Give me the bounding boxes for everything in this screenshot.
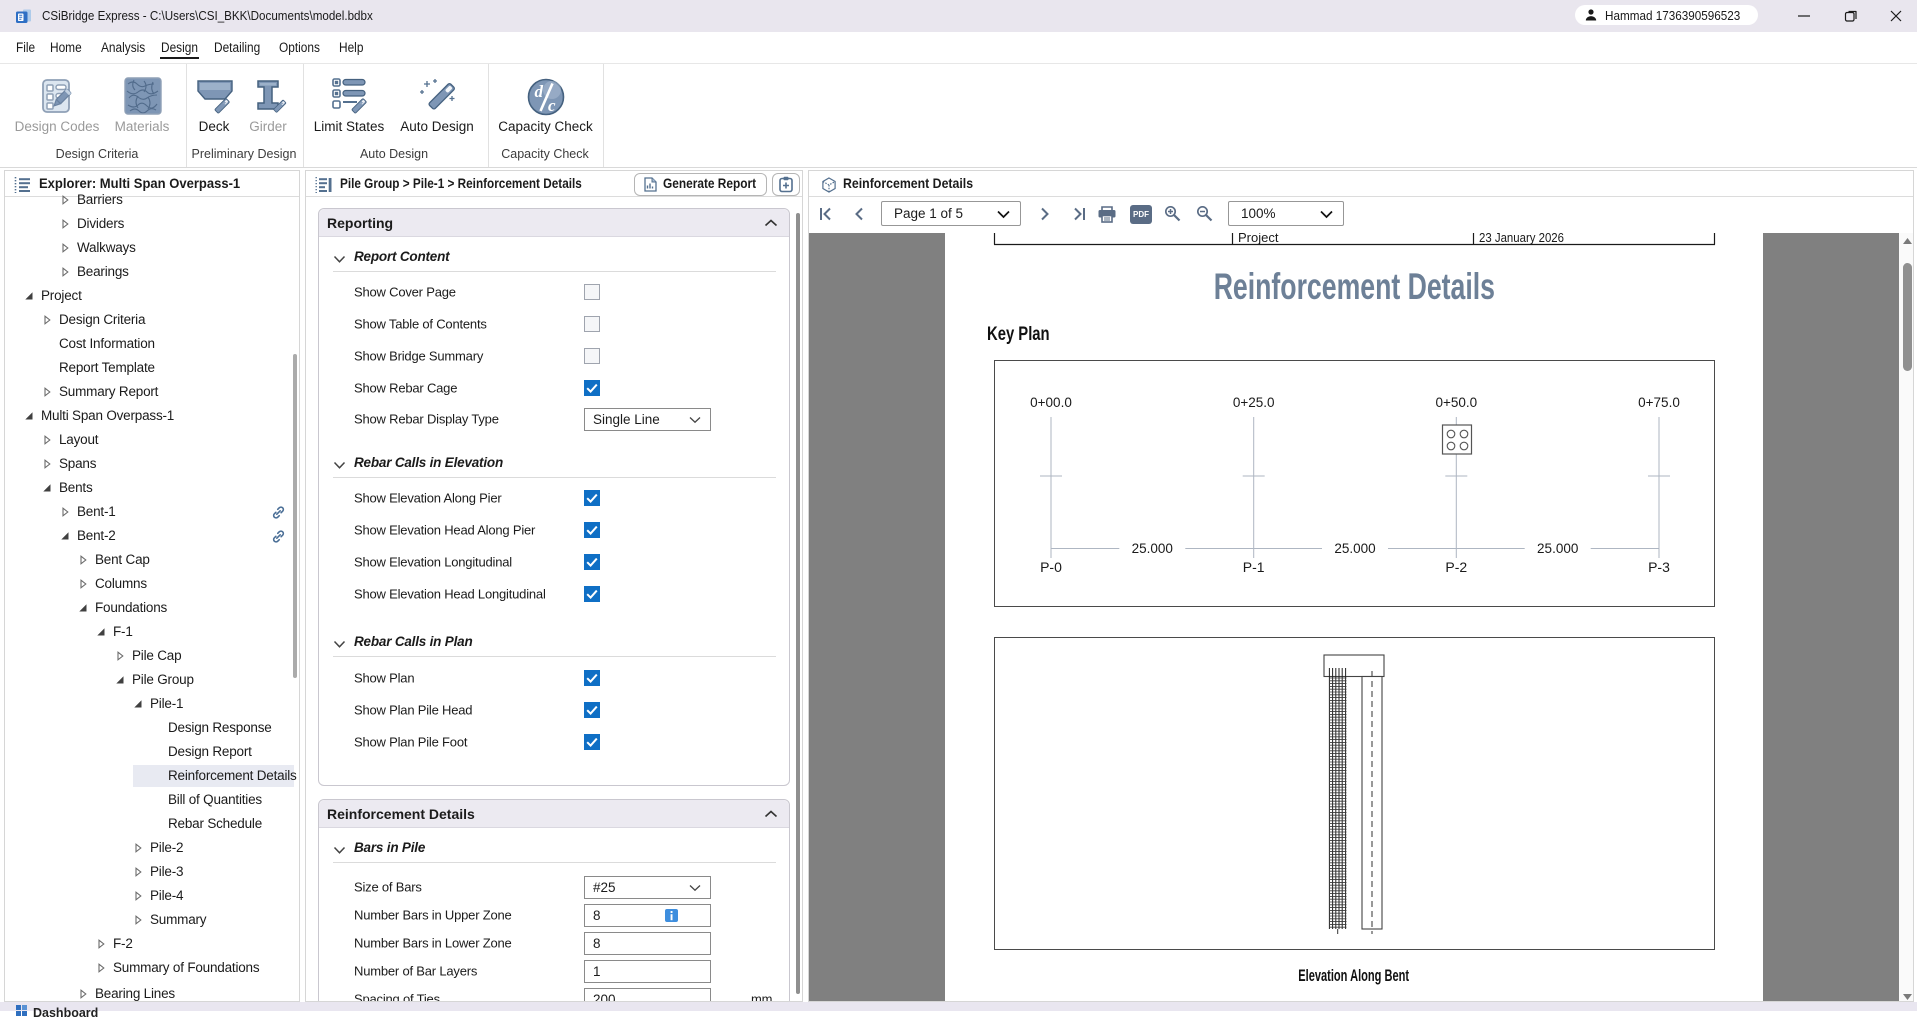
svg-text:P-1: P-1: [1243, 559, 1265, 575]
svg-text:P-0: P-0: [1040, 559, 1062, 575]
svg-text:25.000: 25.000: [1132, 541, 1173, 556]
svg-text:d: d: [535, 82, 544, 101]
svg-text:0+75.0: 0+75.0: [1638, 395, 1680, 410]
svg-text:0+00.0: 0+00.0: [1030, 395, 1072, 410]
svg-text:23 January 2026: 23 January 2026: [1479, 233, 1564, 245]
svg-text:P-2: P-2: [1445, 559, 1467, 575]
svg-text:Project: Project: [1238, 233, 1279, 245]
svg-text:P-3: P-3: [1648, 559, 1670, 575]
svg-text:0+50.0: 0+50.0: [1435, 395, 1477, 410]
svg-text:0+25.0: 0+25.0: [1233, 395, 1275, 410]
svg-text:25.000: 25.000: [1334, 541, 1375, 556]
svg-text:25.000: 25.000: [1537, 541, 1578, 556]
svg-text:c: c: [548, 96, 556, 115]
